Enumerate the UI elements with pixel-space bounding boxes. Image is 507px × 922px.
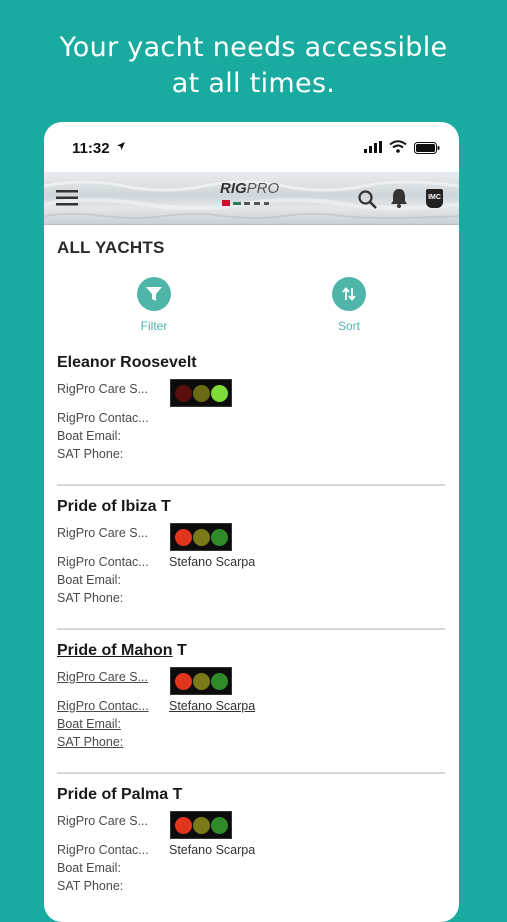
contact-label: RigPro Contac... (57, 843, 149, 857)
care-label: RigPro Care S... (57, 814, 149, 828)
care-label: RigPro Care S... (57, 382, 149, 396)
status-light-red (175, 673, 192, 690)
divider (57, 628, 445, 630)
bell-icon[interactable] (390, 188, 408, 208)
email-label: Boat Email: (57, 429, 121, 443)
app-header: RIGPRO IMC (44, 172, 459, 225)
status-light-amber (193, 817, 210, 834)
menu-icon[interactable] (56, 190, 78, 206)
status-light-red (175, 817, 192, 834)
sat-phone-label: SAT Phone: (57, 879, 124, 893)
status-light-amber (193, 385, 210, 402)
yacht-name[interactable]: Pride of Mahon T (57, 642, 187, 660)
sat-phone-label: SAT Phone: (57, 447, 124, 461)
promo-headline: Your yacht needs accessible at all times… (0, 30, 507, 102)
search-icon[interactable] (358, 190, 377, 209)
yacht-name[interactable]: Eleanor Roosevelt (57, 354, 197, 372)
filter-label: Filter (140, 319, 168, 333)
status-light-green (211, 529, 228, 546)
page-title: ALL YACHTS (57, 238, 165, 257)
status-bar: 11:32 (44, 122, 459, 172)
sat-phone-label: SAT Phone: (57, 591, 124, 605)
location-arrow-icon (117, 142, 125, 150)
divider (57, 484, 445, 486)
wifi-icon (389, 140, 407, 153)
battery-icon (414, 142, 440, 154)
filter-icon (146, 287, 162, 301)
sat-phone-label: SAT Phone: (57, 735, 124, 749)
sort-button[interactable]: Sort (314, 277, 384, 333)
status-light-amber (193, 529, 210, 546)
contact-value: Stefano Scarpa (169, 555, 256, 569)
logo-text: RIGPRO (220, 180, 280, 197)
yacht-card-pride-of-mahon[interactable]: Pride of Mahon T RigPro Care S... RigPro… (57, 642, 445, 786)
status-traffic-lights (170, 523, 232, 551)
status-traffic-lights (170, 811, 232, 839)
contact-label: RigPro Contac... (57, 555, 149, 569)
club-badge-icon[interactable]: IMC (426, 189, 443, 208)
yacht-name[interactable]: Pride of Ibiza T (57, 498, 171, 516)
status-light-red (175, 385, 192, 402)
signal-icon (364, 141, 382, 153)
care-label: RigPro Care S... (57, 526, 149, 540)
yacht-card-eleanor-roosevelt[interactable]: Eleanor Roosevelt RigPro Care S... RigPr… (57, 354, 445, 498)
status-traffic-lights (170, 667, 232, 695)
yacht-card-pride-of-palma[interactable]: Pride of Palma T RigPro Care S... RigPro… (57, 786, 445, 922)
sort-circle[interactable] (332, 277, 366, 311)
filter-circle[interactable] (137, 277, 171, 311)
sort-icon (342, 287, 356, 301)
headline-line-2: at all times. (171, 68, 336, 99)
contact-value: Stefano Scarpa (169, 699, 256, 713)
email-label: Boat Email: (57, 717, 121, 731)
care-label: RigPro Care S... (57, 670, 149, 684)
contact-label: RigPro Contac... (57, 699, 149, 713)
status-light-green (211, 385, 228, 402)
sort-label: Sort (337, 319, 360, 333)
logo-flags (222, 200, 269, 206)
status-time: 11:32 (72, 140, 110, 157)
status-light-green (211, 673, 228, 690)
email-label: Boat Email: (57, 861, 121, 875)
status-traffic-lights (170, 379, 232, 407)
filter-button[interactable]: Filter (119, 277, 189, 333)
status-light-green (211, 817, 228, 834)
email-label: Boat Email: (57, 573, 121, 587)
yacht-card-pride-of-ibiza[interactable]: Pride of Ibiza T RigPro Care S... RigPro… (57, 498, 445, 642)
contact-value: Stefano Scarpa (169, 843, 256, 857)
phone-screen: 11:32 RIGPRO IMC ALL YACHTS Filter Sort … (44, 122, 459, 922)
rigpro-logo: RIGPRO (220, 180, 284, 214)
status-light-amber (193, 673, 210, 690)
yacht-name[interactable]: Pride of Palma T (57, 786, 182, 804)
status-light-red (175, 529, 192, 546)
contact-label: RigPro Contac... (57, 411, 149, 425)
headline-line-1: Your yacht needs accessible (59, 32, 448, 63)
divider (57, 772, 445, 774)
